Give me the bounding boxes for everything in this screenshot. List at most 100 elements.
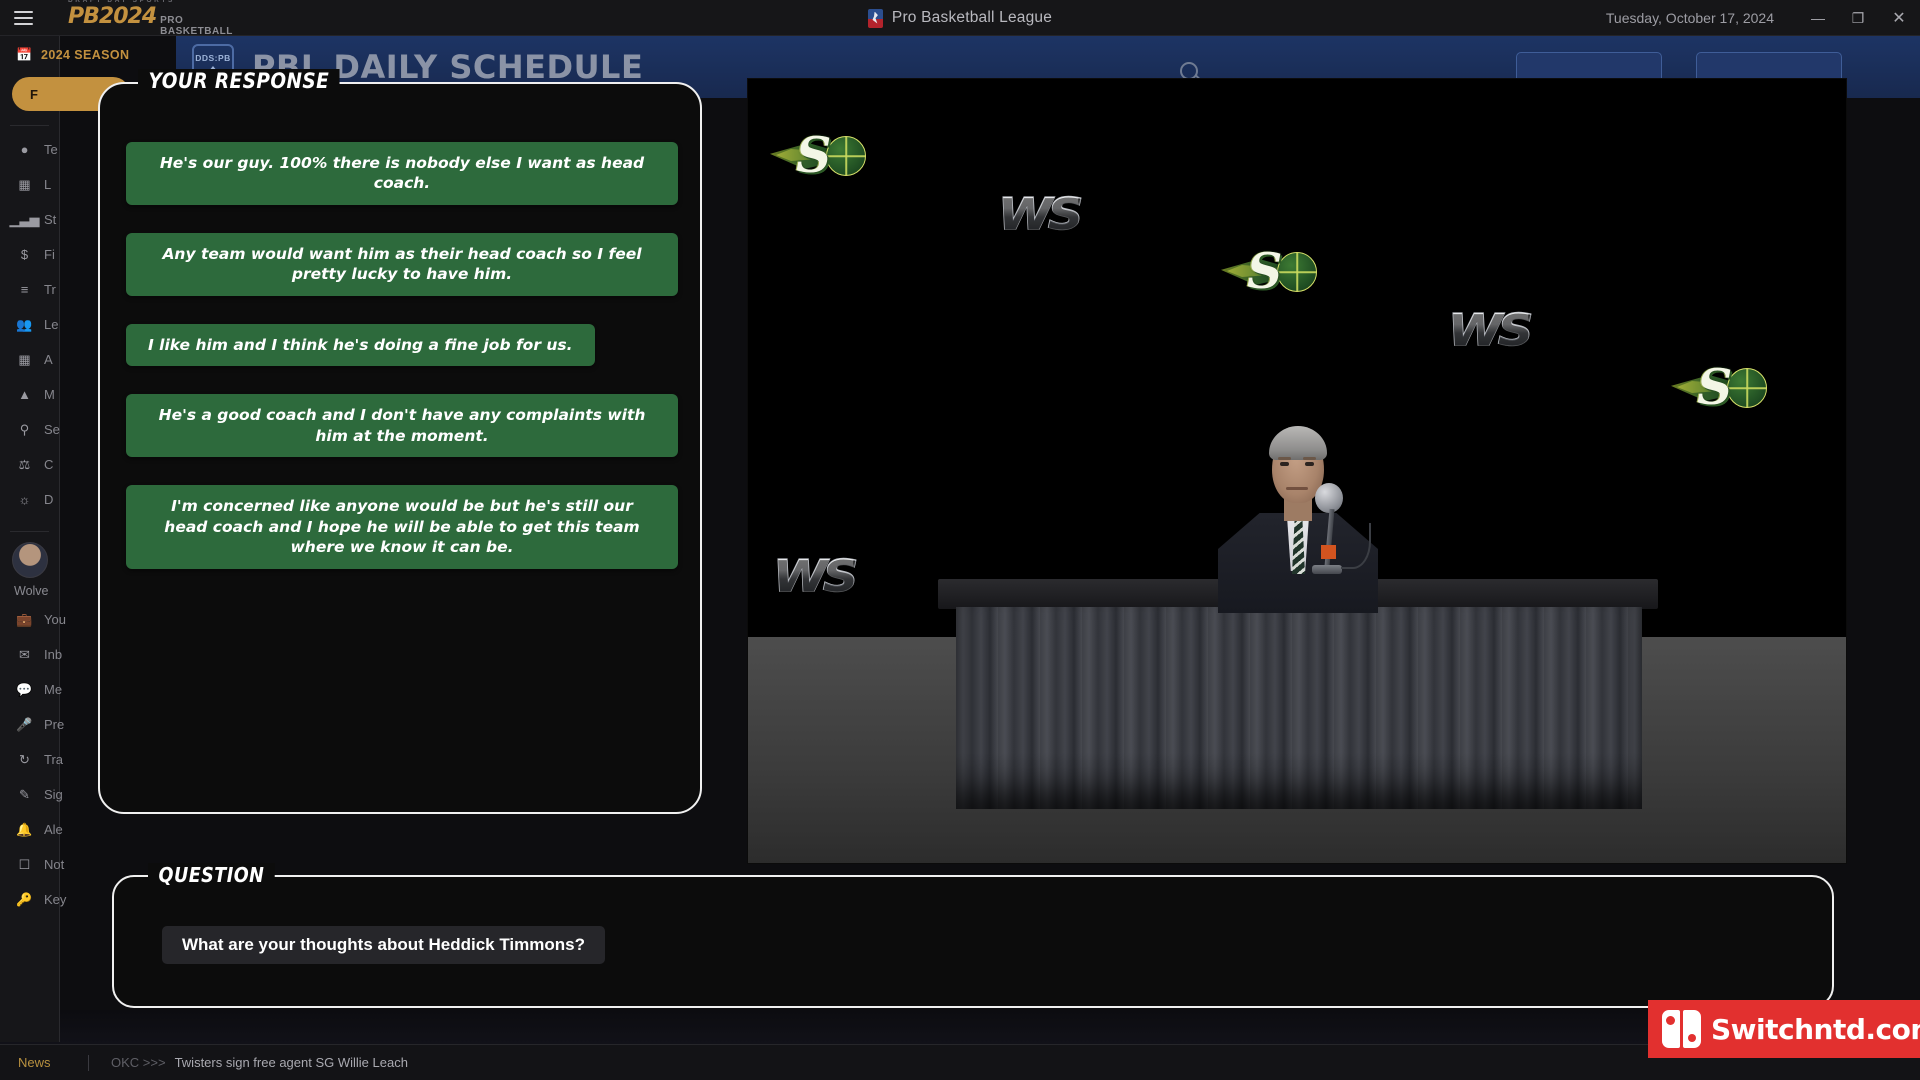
sidebar-item-signings[interactable]: ✎ Sig <box>0 777 63 812</box>
sidebar-item-finances[interactable]: $ Fi <box>0 237 59 272</box>
coach-eye-right <box>1305 462 1314 466</box>
response-option[interactable]: He's a good coach and I don't have any c… <box>126 394 678 458</box>
sidebar-item-your-team[interactable]: 💼 You <box>0 602 66 637</box>
bell-icon: 🔔 <box>16 821 33 837</box>
note-icon: ☐ <box>18 856 31 872</box>
team-logo-s-icon: S <box>1221 243 1325 301</box>
sidebar-divider <box>10 125 49 126</box>
sidebar-item-label: Inb <box>44 647 63 662</box>
sidebar-item-transactions[interactable]: ≡ Tr <box>0 272 59 307</box>
sidebar-item-keys[interactable]: 🔑 Key <box>0 882 66 917</box>
dollar-icon: $ <box>20 247 29 262</box>
card-icon: ▦ <box>18 176 31 192</box>
current-date: Tuesday, October 17, 2024 <box>1605 10 1774 26</box>
microphone-icon: 🎤 <box>16 716 33 732</box>
sidebar-item-label: Me <box>44 682 63 697</box>
question-panel: QUESTION What are your thoughts about He… <box>112 863 1834 1008</box>
title-bar-right: Tuesday, October 17, 2024 — ❐ ✕ <box>1606 0 1920 36</box>
news-separator <box>88 1054 89 1071</box>
team-logo-s-icon: S <box>1671 359 1775 417</box>
bar-chart-icon: ▁▃▅ <box>9 211 40 227</box>
sidebar-item-label: C <box>44 457 54 472</box>
response-option[interactable]: Any team would want him as their head co… <box>126 232 678 296</box>
basketball-icon: ● <box>20 142 29 157</box>
watermark: Switchntd.com <box>1648 1000 1920 1058</box>
sidebar-item-notes[interactable]: ☐ Not <box>0 847 65 882</box>
sidebar-item-trades[interactable]: ↻ Tra <box>0 742 63 777</box>
minimize-button[interactable]: — <box>1798 0 1838 36</box>
coach-hair <box>1269 426 1327 460</box>
calendar-icon: 📅 <box>16 46 33 62</box>
question-legend: QUESTION <box>148 863 275 887</box>
sidebar-item-label: Tr <box>44 282 56 297</box>
sidebar-item-search[interactable]: ⚲ Se <box>0 412 60 447</box>
sidebar-item-label: Fi <box>44 247 55 262</box>
team-logo-ws-icon: WSWS <box>772 550 859 602</box>
sidebar-item-draft[interactable]: ☼ D <box>0 482 59 517</box>
news-headline[interactable]: Twisters sign free agent SG Willie Leach <box>175 1055 408 1070</box>
podium-table-skirt <box>956 607 1642 809</box>
team-logo-s-icon: S <box>770 127 874 185</box>
sidebar-item-teams[interactable]: ● Te <box>0 132 59 167</box>
sidebar-item-label: A <box>44 352 53 367</box>
sliders-icon: ≡ <box>20 282 29 297</box>
sidebar-season-label: 2024 SEASON <box>41 47 130 62</box>
sidebar-item-press[interactable]: 🎤 Pre <box>0 707 64 742</box>
building-icon: ▦ <box>18 351 31 367</box>
scales-icon: ⚖ <box>18 456 31 472</box>
head-coach-figure <box>1218 409 1378 613</box>
sidebar-item-label: D <box>44 492 54 507</box>
press-backdrop: S WSWS S WSWS S WSWS S WSWS S WSWS S WSW… <box>748 79 1846 637</box>
coach-brow-left <box>1278 457 1291 460</box>
pen-icon: ✎ <box>19 786 30 802</box>
sidebar: 📅 2024 SEASON F ● Te ▦ L ▁▃▅ St $ Fi ≡ T… <box>0 36 130 1042</box>
title-bar: DRAFT DAY SPORTS PB2024 PRO BASKETBALL P… <box>0 0 1920 37</box>
briefcase-icon: 💼 <box>16 611 33 627</box>
sidebar-item-alerts[interactable]: 🔔 Ale <box>0 812 62 847</box>
coach-mouth <box>1286 487 1308 490</box>
sidebar-item-label: Sig <box>44 787 63 802</box>
sidebar-item-stats[interactable]: ▁▃▅ St <box>0 202 59 237</box>
window-title: Pro Basketball League <box>891 9 1053 26</box>
restore-button[interactable]: ❐ <box>1838 0 1878 36</box>
sidebar-team-name: Wolve <box>14 584 49 598</box>
sidebar-item-league[interactable]: ▦ L <box>0 167 59 202</box>
app-window: DDS:PB PBL DAILY SCHEDULE 📅 2024 SEASON … <box>0 0 1920 1080</box>
league-shield-icon <box>867 8 883 28</box>
coach-brow-right <box>1303 457 1316 460</box>
team-logo-ws-icon: WSWS <box>1447 304 1534 356</box>
response-option-list: He's our guy. 100% there is nobody else … <box>126 142 678 569</box>
sidebar-item-label: M <box>44 387 55 402</box>
sidebar-item-inbox[interactable]: ✉ Inb <box>0 637 63 672</box>
envelope-icon: ✉ <box>19 646 30 662</box>
people-icon: 👥 <box>16 316 33 332</box>
response-option[interactable]: I like him and I think he's doing a fine… <box>126 323 595 367</box>
sidebar-item-leaders[interactable]: 👥 Le <box>0 307 59 342</box>
switch-console-icon <box>1662 1010 1701 1048</box>
stadium-band <box>0 1010 1920 1044</box>
refresh-icon: ↻ <box>19 751 30 767</box>
sidebar-item-compare[interactable]: ⚖ C <box>0 447 59 482</box>
response-option[interactable]: He's our guy. 100% there is nobody else … <box>126 142 678 205</box>
sidebar-item-label: Tra <box>44 752 64 767</box>
sidebar-item-label: Pre <box>44 717 65 732</box>
question-text: What are your thoughts about Heddick Tim… <box>162 926 605 964</box>
sidebar-item-label: Te <box>44 142 58 157</box>
sidebar-item-more[interactable]: ▲ M <box>0 377 59 412</box>
avatar[interactable] <box>12 542 48 578</box>
response-option[interactable]: I'm concerned like anyone would be but h… <box>126 485 678 569</box>
news-team-tag: OKC >>> <box>111 1055 166 1070</box>
close-button[interactable]: ✕ <box>1878 0 1920 36</box>
sidebar-item-label: Le <box>44 317 59 332</box>
your-response-panel: YOUR RESPONSE He's our guy. 100% there i… <box>98 69 702 814</box>
key-icon: 🔑 <box>16 891 33 907</box>
mountain-icon: ▲ <box>18 387 31 402</box>
coach-eye-left <box>1280 462 1289 466</box>
sidebar-item-messages[interactable]: 💬 Me <box>0 672 63 707</box>
team-logo-ws-icon: WSWS <box>997 188 1084 240</box>
sidebar-season: 📅 2024 SEASON <box>0 36 129 71</box>
chat-icon: 💬 <box>16 681 33 697</box>
sidebar-item-label: Se <box>44 422 60 437</box>
sidebar-item-arena[interactable]: ▦ A <box>0 342 59 377</box>
sidebar-item-label: Ale <box>44 822 63 837</box>
